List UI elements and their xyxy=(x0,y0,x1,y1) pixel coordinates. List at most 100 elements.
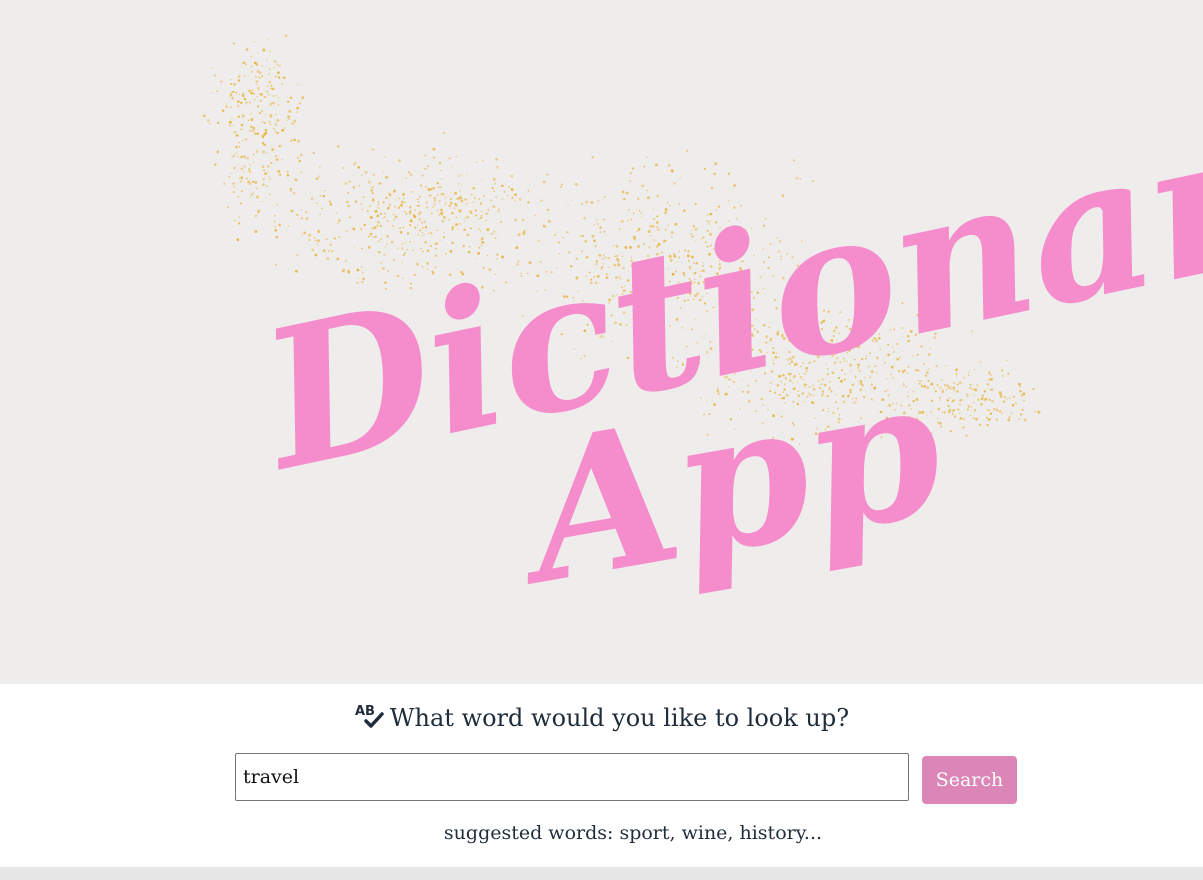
glitter-dot xyxy=(364,170,368,174)
glitter-dot xyxy=(238,177,241,179)
glitter-dot xyxy=(236,238,240,242)
glitter-dot xyxy=(305,217,309,220)
glitter-dot xyxy=(986,383,990,386)
glitter-dot xyxy=(1010,412,1013,415)
glitter-dot xyxy=(441,192,445,196)
glitter-dot xyxy=(1022,392,1026,396)
glitter-dot xyxy=(481,210,483,212)
glitter-dot xyxy=(235,91,238,94)
glitter-dot xyxy=(518,197,522,201)
glitter-dot xyxy=(384,156,386,158)
glitter-dot xyxy=(257,209,261,213)
glitter-dot xyxy=(216,90,219,92)
glitter-dot xyxy=(470,211,473,215)
glitter-dot xyxy=(492,177,496,181)
glitter-dot xyxy=(253,40,256,43)
search-button[interactable]: Search xyxy=(922,756,1017,804)
glitter-dot xyxy=(254,214,257,217)
glitter-dot xyxy=(417,234,420,236)
glitter-dot xyxy=(382,170,385,173)
search-panel: AB What word would you like to look up? … xyxy=(0,684,1203,867)
glitter-dot xyxy=(314,253,318,257)
glitter-dot xyxy=(432,206,434,208)
glitter-dot xyxy=(382,217,384,220)
glitter-dot xyxy=(228,175,231,178)
glitter-dot xyxy=(412,249,415,252)
glitter-dot xyxy=(316,239,320,243)
dictionary-app-logo: Dictionary App xyxy=(203,34,1203,629)
glitter-dot xyxy=(941,379,943,381)
glitter-dot xyxy=(276,204,279,206)
glitter-dot xyxy=(421,235,424,237)
glitter-dot xyxy=(231,118,233,120)
glitter-dot xyxy=(233,186,236,188)
glitter-dot xyxy=(269,123,272,126)
glitter-dot xyxy=(371,191,374,195)
glitter-dot xyxy=(986,423,989,427)
glitter-dot xyxy=(666,201,669,204)
glitter-dot xyxy=(420,247,422,250)
glitter-dot xyxy=(260,75,264,78)
glitter-dot xyxy=(506,194,509,197)
glitter-dot xyxy=(1018,382,1021,386)
glitter-dot xyxy=(493,230,496,233)
glitter-dot xyxy=(404,242,406,244)
glitter-dot xyxy=(938,396,942,399)
glitter-dot xyxy=(993,407,996,411)
glitter-dot xyxy=(402,193,405,196)
glitter-dot xyxy=(286,174,290,177)
glitter-dot xyxy=(959,412,961,414)
glitter-dot xyxy=(281,83,283,86)
glitter-dot xyxy=(380,238,382,240)
glitter-dot xyxy=(268,120,271,123)
glitter-dot xyxy=(296,156,300,159)
glitter-dot xyxy=(497,210,500,213)
glitter-dot xyxy=(326,257,330,261)
glitter-dot xyxy=(385,176,388,179)
glitter-dot xyxy=(436,182,439,185)
glitter-dot xyxy=(278,145,281,148)
glitter-dot xyxy=(494,237,497,240)
glitter-dot xyxy=(301,234,304,236)
glitter-dot xyxy=(401,247,404,250)
glitter-dot xyxy=(318,175,321,178)
glitter-dot xyxy=(262,150,265,154)
glitter-dot xyxy=(990,388,994,392)
glitter-dot xyxy=(937,417,939,420)
glitter-dot xyxy=(966,393,969,396)
glitter-dot xyxy=(432,147,436,151)
glitter-dot xyxy=(403,252,406,255)
glitter-dot xyxy=(268,176,270,178)
glitter-dot xyxy=(703,168,706,170)
glitter-dot xyxy=(597,199,600,202)
glitter-dot xyxy=(421,250,424,253)
glitter-dot xyxy=(973,409,976,412)
glitter-dot xyxy=(360,173,363,176)
glitter-dot xyxy=(956,383,959,386)
glitter-dot xyxy=(490,232,494,236)
glitter-dot xyxy=(409,173,413,177)
glitter-dot xyxy=(277,71,280,75)
glitter-dot xyxy=(542,224,546,228)
glitter-dot xyxy=(394,199,397,201)
glitter-dot xyxy=(248,101,251,104)
glitter-dot xyxy=(944,411,947,414)
glitter-dot xyxy=(376,214,380,218)
glitter-dot xyxy=(455,223,458,226)
glitter-dot xyxy=(464,217,466,219)
glitter-dot xyxy=(463,228,466,231)
glitter-dot xyxy=(989,412,993,415)
glitter-dot xyxy=(451,241,454,244)
glitter-dot xyxy=(978,423,982,427)
glitter-dot xyxy=(981,394,984,397)
glitter-dot xyxy=(273,60,277,63)
glitter-dot xyxy=(235,145,238,149)
glitter-dot xyxy=(414,226,417,229)
glitter-dot xyxy=(245,101,248,104)
glitter-dot xyxy=(454,204,458,207)
glitter-dot xyxy=(231,96,235,100)
glitter-dot xyxy=(590,201,594,205)
glitter-dot xyxy=(1021,394,1024,397)
search-input[interactable] xyxy=(235,753,909,801)
glitter-dot xyxy=(322,195,326,198)
